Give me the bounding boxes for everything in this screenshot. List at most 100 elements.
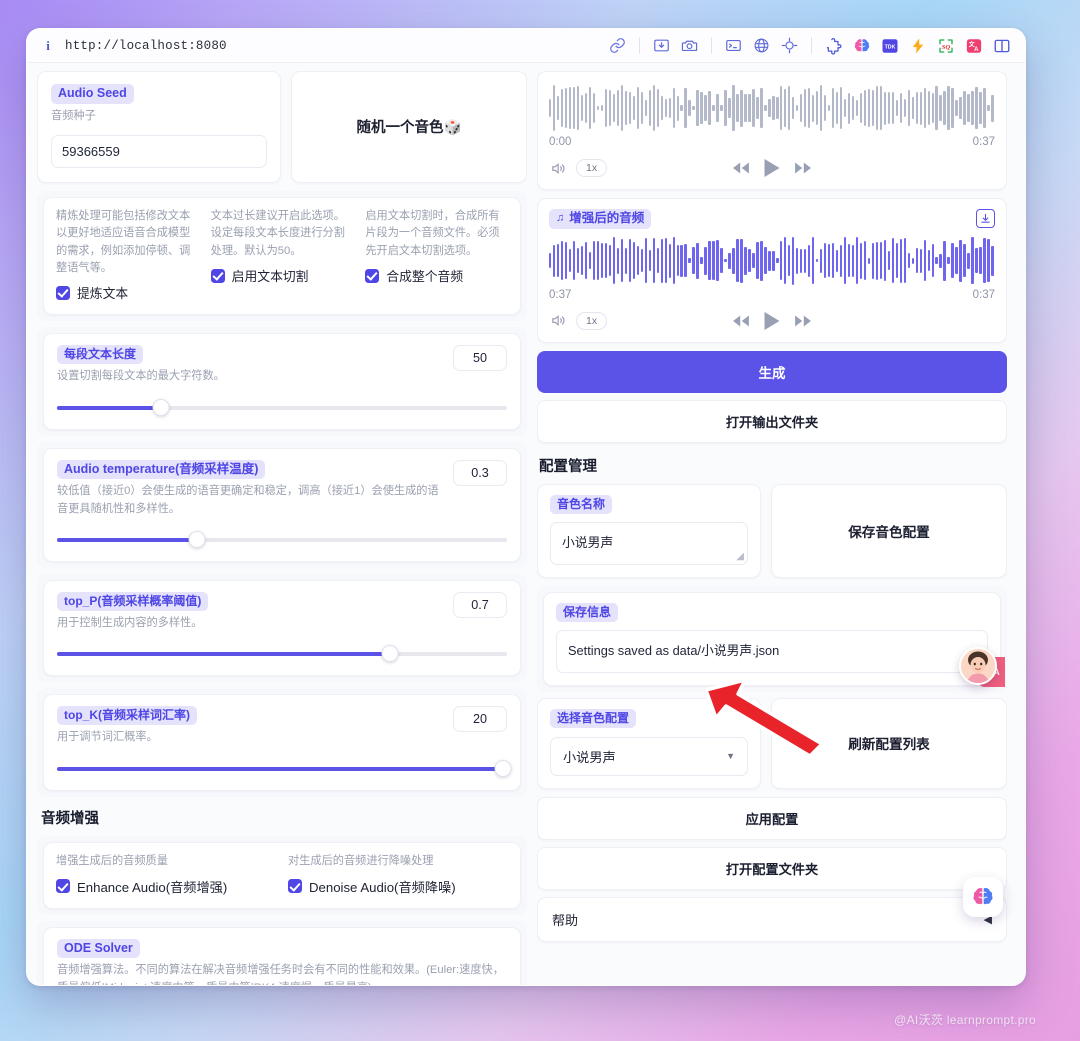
save-info-textarea[interactable]: Settings saved as data/小说男声.json ◢	[556, 629, 988, 673]
checkbox-refine-text[interactable]: 提炼文本	[56, 283, 199, 302]
info-icon[interactable]: i	[37, 38, 59, 54]
checkbox-box[interactable]	[56, 285, 70, 300]
lightning-icon[interactable]	[908, 36, 927, 55]
help-label: 帮助	[552, 912, 579, 928]
checkbox-split-text[interactable]: 启用文本切割	[210, 266, 354, 285]
avatar[interactable]	[959, 647, 997, 685]
checkbox-box[interactable]	[288, 879, 302, 894]
playback-speed-button[interactable]: 1x	[576, 159, 608, 177]
tdk-icon[interactable]: TDK	[880, 36, 899, 55]
brain-fab-button[interactable]	[963, 877, 1003, 917]
checkbox-box[interactable]	[210, 268, 225, 283]
waveform-original[interactable]	[549, 82, 995, 134]
split-panel-icon[interactable]	[992, 36, 1011, 55]
voice-name-card: 音色名称 小说男声 ◢	[537, 483, 761, 578]
slider-knob[interactable]	[494, 759, 511, 777]
translate-icon[interactable]: 文 A	[964, 36, 983, 55]
slider-track-top-p[interactable]	[57, 645, 507, 663]
volume-icon[interactable]	[549, 311, 568, 330]
slider-header: top_P(音频采样概率阈值) 用于控制生成内容的多样性。 0.7	[57, 592, 507, 632]
download-image-icon[interactable]	[652, 36, 671, 55]
apply-config-button[interactable]: 应用配置	[537, 796, 1007, 840]
checkbox-merge-audio[interactable]: 合成整个音频	[365, 266, 508, 285]
camera-icon[interactable]	[680, 36, 699, 55]
save-voice-config-button[interactable]: 保存音色配置	[771, 483, 1007, 578]
total-time: 0:37	[972, 288, 995, 301]
slider-track-segment-length[interactable]	[57, 398, 507, 417]
help-accordion[interactable]: 帮助 ◀	[537, 896, 1007, 942]
checkbox-box[interactable]	[365, 268, 380, 283]
slider-fill	[57, 405, 161, 410]
brain-icon[interactable]	[852, 36, 871, 55]
save-info-value: Settings saved as data/小说男声.json	[568, 642, 780, 658]
ode-solver-label: ODE Solver	[57, 938, 140, 959]
slider-desc: 设置切割每段文本的最大字符数。	[57, 370, 225, 383]
slider-value[interactable]: 0.7	[453, 592, 507, 619]
checkbox-box[interactable]	[56, 879, 70, 894]
svg-text:SQ: SQ	[941, 44, 950, 51]
playback-speed-button[interactable]: 1x	[576, 311, 608, 330]
slider-value[interactable]: 0.3	[453, 459, 507, 486]
slider-card-audio-temperature: Audio temperature(音频采样温度) 较低值（接近0）会使生成的语…	[43, 447, 521, 563]
app-window: i http://localhost:8080 TDK SQ 文 A Audio…	[26, 28, 1026, 986]
slider-track-top-k[interactable]	[57, 759, 511, 778]
checkbox-denoise-audio[interactable]: Denoise Audio(音频降噪)	[288, 877, 508, 896]
config-section-title: 配置管理	[539, 458, 597, 475]
transport-controls	[732, 311, 813, 330]
slider-value[interactable]: 20	[453, 706, 507, 733]
select-voice-dropdown[interactable]: 小说男声 ▼	[550, 736, 748, 776]
player-controls: 1x	[549, 308, 995, 334]
open-config-folder-button[interactable]: 打开配置文件夹	[537, 846, 1007, 890]
slider-shell-segment-length: 每段文本长度 设置切割每段文本的最大字符数。 50	[37, 327, 527, 436]
slider-knob[interactable]	[188, 531, 205, 549]
generate-button[interactable]: 生成	[537, 350, 1007, 393]
audio-player-enhanced: ♫ 增强后的音频 0:37 0:37 1x	[537, 198, 1007, 343]
open-output-folder-button[interactable]: 打开输出文件夹	[537, 399, 1007, 443]
slider-desc: 较低值（接近0）会使生成的语音更确定和稳定，调高（接近1）会使生成的语音更具随机…	[57, 485, 439, 515]
random-voice-button[interactable]: 随机一个音色🎲	[291, 71, 527, 183]
checkbox-enhance-audio[interactable]: Enhance Audio(音频增强)	[56, 877, 276, 896]
audio-seed-label: Audio Seed	[51, 84, 134, 104]
download-icon[interactable]	[976, 209, 995, 229]
volume-icon[interactable]	[549, 159, 568, 178]
option-desc: 对生成后的音频进行降噪处理	[288, 854, 434, 867]
total-time: 0:37	[972, 136, 995, 148]
slider-label: Audio temperature(音频采样温度)	[57, 459, 266, 480]
slider-track-audio-temperature[interactable]	[57, 531, 507, 549]
waveform-enhanced[interactable]	[549, 235, 995, 287]
url-text[interactable]: http://localhost:8080	[65, 39, 227, 53]
checkbox-label: Enhance Audio(音频增强)	[77, 879, 228, 895]
content-area: Audio Seed 音频种子 59366559 随机一个音色🎲 精炼处理可能包…	[27, 63, 1025, 985]
resize-grip-icon[interactable]: ◢	[736, 551, 744, 562]
audio-seed-input[interactable]: 59366559	[51, 134, 267, 168]
enhanced-audio-badge: ♫ 增强后的音频	[549, 209, 652, 229]
fast-forward-icon[interactable]	[794, 159, 813, 178]
slider-header: top_K(音频采样词汇率) 用于调节词汇概率。 20	[57, 706, 507, 746]
slider-value[interactable]: 50	[453, 345, 507, 372]
rewind-icon[interactable]	[732, 311, 751, 330]
enhanced-audio-label: 增强后的音频	[569, 211, 645, 225]
puzzle-icon[interactable]	[824, 36, 843, 55]
slider-header: Audio temperature(音频采样温度) 较低值（接近0）会使生成的语…	[57, 459, 507, 518]
divider	[639, 37, 640, 54]
slider-card-top-p: top_P(音频采样概率阈值) 用于控制生成内容的多样性。 0.7	[43, 580, 521, 677]
fast-forward-icon[interactable]	[794, 311, 813, 330]
target-icon[interactable]	[780, 36, 799, 55]
voice-name-input[interactable]: 小说男声 ◢	[550, 521, 748, 565]
refresh-config-list-button[interactable]: 刷新配置列表	[771, 697, 1007, 789]
slider-label: top_K(音频采样词汇率)	[57, 706, 197, 726]
option-merge-audio: 启用文本切割时，合成所有片段为一个音频文件。必须先开启文本切割选项。 合成整个音…	[365, 208, 508, 302]
rewind-icon[interactable]	[732, 159, 751, 178]
link-icon[interactable]	[608, 36, 627, 55]
globe-icon[interactable]	[752, 36, 771, 55]
slider-header: 每段文本长度 设置切割每段文本的最大字符数。 50	[57, 345, 507, 385]
text-options-card: 精炼处理可能包括修改文本以更好地适应语音合成模型的需求，例如添加停顿、调整语气等…	[43, 196, 521, 316]
slider-knob[interactable]	[152, 398, 169, 416]
play-icon[interactable]	[764, 311, 780, 330]
sq-icon[interactable]: SQ	[936, 36, 955, 55]
chevron-down-icon[interactable]: ▼	[726, 751, 735, 761]
play-icon[interactable]	[764, 159, 780, 177]
slider-knob[interactable]	[381, 645, 399, 663]
terminal-icon[interactable]	[724, 36, 743, 55]
option-split-text: 文本过长建议开启此选项。设定每段文本长度进行分割处理。默认为50。 启用文本切割	[210, 208, 354, 302]
